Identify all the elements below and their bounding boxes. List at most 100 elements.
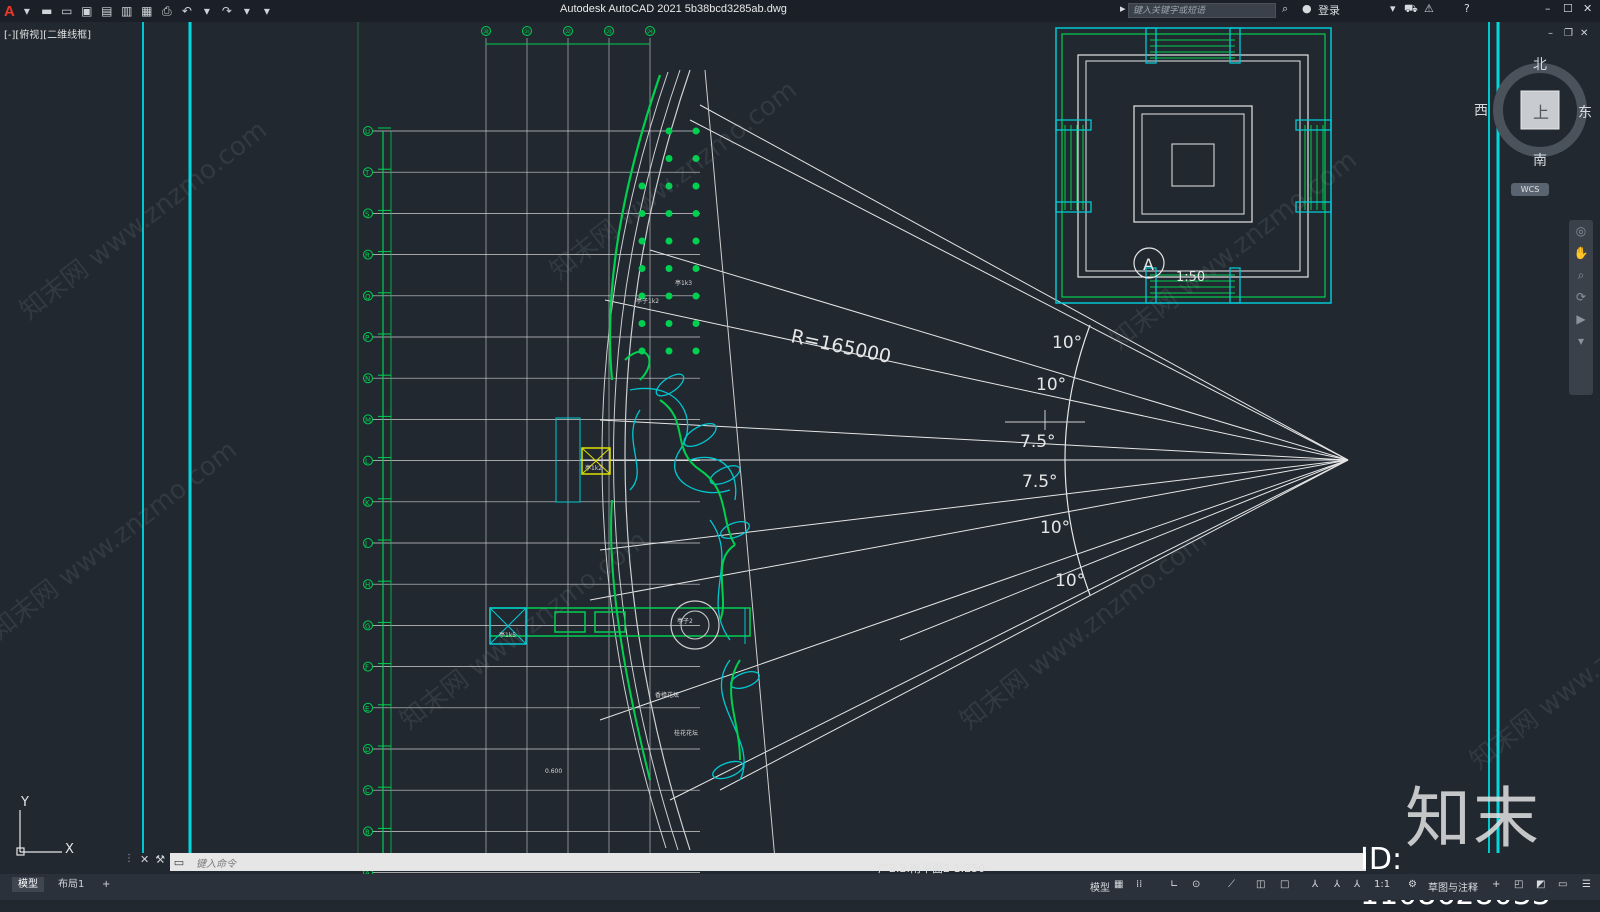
maximize-icon[interactable]: ☐ — [1563, 2, 1573, 15]
redo-dropdown-icon[interactable]: ▾ — [239, 3, 255, 19]
grid-row-label: D — [365, 746, 370, 754]
orbit-icon[interactable]: ⟳ — [1569, 286, 1593, 308]
viewport-minimize-icon[interactable]: – — [1548, 28, 1553, 39]
showmotion-icon[interactable]: ▶ — [1569, 308, 1593, 330]
autodesk-a360-icon[interactable]: ⚠ — [1424, 2, 1434, 15]
grid-row-label: G — [365, 622, 370, 630]
isodraft-icon[interactable]: ⟋ — [1228, 879, 1235, 890]
quick-access-toolbar: A ▾ ▬ ▭ ▣ ▤ ▥ ▦ ⎙ ↶ ▾ ↷ ▾ ▾ — [4, 3, 275, 20]
steering-wheel-icon[interactable]: ◎ — [1569, 220, 1593, 242]
annotation-monitor-icon[interactable]: + — [1492, 879, 1500, 890]
clean-screen-icon[interactable]: ▭ — [1558, 879, 1567, 890]
model-space-label[interactable]: 模型 — [1090, 879, 1110, 894]
tree-symbol — [665, 127, 673, 135]
polar-icon[interactable]: ⊙ — [1192, 879, 1200, 890]
viewport-restore-icon[interactable]: ❐ — [1564, 28, 1573, 39]
grid-row-label: K — [365, 499, 370, 507]
grid-row-label: H — [365, 581, 370, 589]
label: 亭子1k2 — [636, 297, 659, 305]
save-as-icon[interactable]: ▤ — [99, 3, 115, 19]
tree-symbol — [692, 320, 700, 327]
grid-col-label: ㉓ — [606, 28, 612, 36]
grid-col-label: ㉑ — [524, 28, 530, 36]
wcs-menu[interactable]: WCS — [1511, 183, 1549, 196]
viewcube-east[interactable]: 东 — [1578, 102, 1592, 122]
grid-row-label: J — [364, 540, 367, 548]
undo-icon[interactable]: ↶ — [179, 3, 195, 19]
command-line[interactable]: ▭ 键入命令 — [170, 853, 1366, 871]
command-input[interactable]: 键入命令 — [196, 855, 236, 870]
command-prompt-icon[interactable]: ▭ — [172, 855, 186, 869]
tab-layout1[interactable]: 布局1 — [52, 877, 90, 892]
isolate-objects-icon[interactable]: ◩ — [1536, 879, 1545, 890]
radius-label: R=165000 — [789, 325, 893, 368]
angle-label: 10° — [1040, 518, 1070, 538]
nav-more-icon[interactable]: ▾ — [1569, 330, 1593, 352]
navigation-bar[interactable]: ◎ ✋ ⌕ ⟳ ▶ ▾ — [1569, 220, 1593, 395]
save-icon[interactable]: ▣ — [79, 3, 95, 19]
redo-icon[interactable]: ↷ — [219, 3, 235, 19]
grid-icon[interactable]: ▦ — [1114, 879, 1123, 890]
grid-row-label: P — [365, 334, 369, 342]
ucs-icon — [16, 810, 62, 856]
ucs-y-label: Y — [20, 795, 29, 810]
viewcube-face-top[interactable]: 上 — [1533, 99, 1549, 123]
workspace-gear-icon[interactable]: ⚙ — [1408, 879, 1417, 890]
customize-wrench-icon[interactable]: ⚒ — [155, 853, 165, 866]
tree-symbol — [665, 347, 673, 355]
login-label[interactable]: 登录 — [1318, 2, 1340, 18]
login-dropdown-icon[interactable]: ▾ — [1390, 2, 1396, 15]
app-menu-arrow-icon[interactable]: ▾ — [19, 3, 35, 19]
minimize-icon[interactable]: – — [1545, 2, 1551, 15]
tree-symbol — [692, 210, 700, 217]
search-input[interactable]: 键入关键字或短语 — [1128, 3, 1276, 18]
cart-icon[interactable]: ⛟ — [1404, 2, 1418, 17]
angle-label: 10° — [1036, 375, 1066, 395]
annotation-visibility-icon[interactable]: ⅄ — [1312, 879, 1318, 890]
annotation-scale-icon[interactable]: ⅄ — [1354, 879, 1360, 890]
object-snap-tracking-icon[interactable]: □ — [1280, 879, 1289, 890]
status-menu-icon[interactable]: ☰ — [1582, 879, 1591, 890]
annotation-scale[interactable]: 1:1 — [1374, 879, 1390, 890]
open-folder-icon[interactable]: ▭ — [59, 3, 75, 19]
help-icon[interactable]: ? — [1464, 2, 1470, 15]
tab-add[interactable]: + — [96, 877, 116, 892]
grid-row-label: S — [365, 210, 370, 218]
autocad-logo[interactable]: A — [4, 3, 15, 20]
publish-icon[interactable]: ▦ — [139, 3, 155, 19]
print-icon[interactable]: ⎙ — [159, 3, 175, 19]
viewport-controls[interactable]: [-][俯视][二维线框] — [4, 26, 91, 41]
snap-icon[interactable]: ⁞⁞ — [1136, 879, 1142, 890]
angle-label: 10° — [1055, 571, 1085, 591]
viewcube-west[interactable]: 西 — [1474, 100, 1488, 120]
tree-symbol — [692, 347, 700, 355]
viewport-close-icon[interactable]: ✕ — [1580, 28, 1588, 39]
grid-row-label: M — [365, 416, 371, 424]
angle-label: 7.5° — [1020, 432, 1056, 452]
undo-dropdown-icon[interactable]: ▾ — [199, 3, 215, 19]
object-snap-icon[interactable]: ◫ — [1256, 879, 1265, 890]
new-file-icon[interactable]: ▬ — [39, 3, 55, 19]
pan-icon[interactable]: ✋ — [1569, 242, 1593, 264]
command-close-icon[interactable]: ✕ — [140, 853, 149, 866]
workspace-switch[interactable]: 草图与注释 — [1428, 879, 1478, 894]
ortho-icon[interactable]: ∟ — [1170, 879, 1178, 890]
auto-scale-icon[interactable]: ⅄ — [1334, 879, 1340, 890]
plot-preview-icon[interactable]: ▥ — [119, 3, 135, 19]
tree-symbol — [665, 292, 673, 300]
drag-handle-icon[interactable]: ⋮ — [124, 853, 134, 866]
viewcube[interactable]: 北 南 西 东 上 — [1474, 57, 1592, 169]
tab-model[interactable]: 模型 — [12, 877, 44, 892]
user-icon[interactable]: ● — [1302, 2, 1312, 15]
units-icon[interactable]: ◰ — [1514, 879, 1523, 890]
viewcube-north[interactable]: 北 — [1533, 54, 1547, 74]
close-icon[interactable]: ✕ — [1583, 2, 1592, 15]
viewcube-south[interactable]: 南 — [1533, 150, 1547, 170]
zoom-icon[interactable]: ⌕ — [1569, 264, 1593, 286]
grid-col-label: ⑳ — [483, 28, 489, 36]
expand-arrow-icon[interactable]: ▸ — [1120, 2, 1126, 15]
grid-row-label: R — [365, 252, 370, 260]
grid-col-label: ㉔ — [647, 28, 653, 36]
customize-qat-icon[interactable]: ▾ — [259, 3, 275, 19]
search-icon[interactable]: ⌕ — [1282, 2, 1288, 16]
